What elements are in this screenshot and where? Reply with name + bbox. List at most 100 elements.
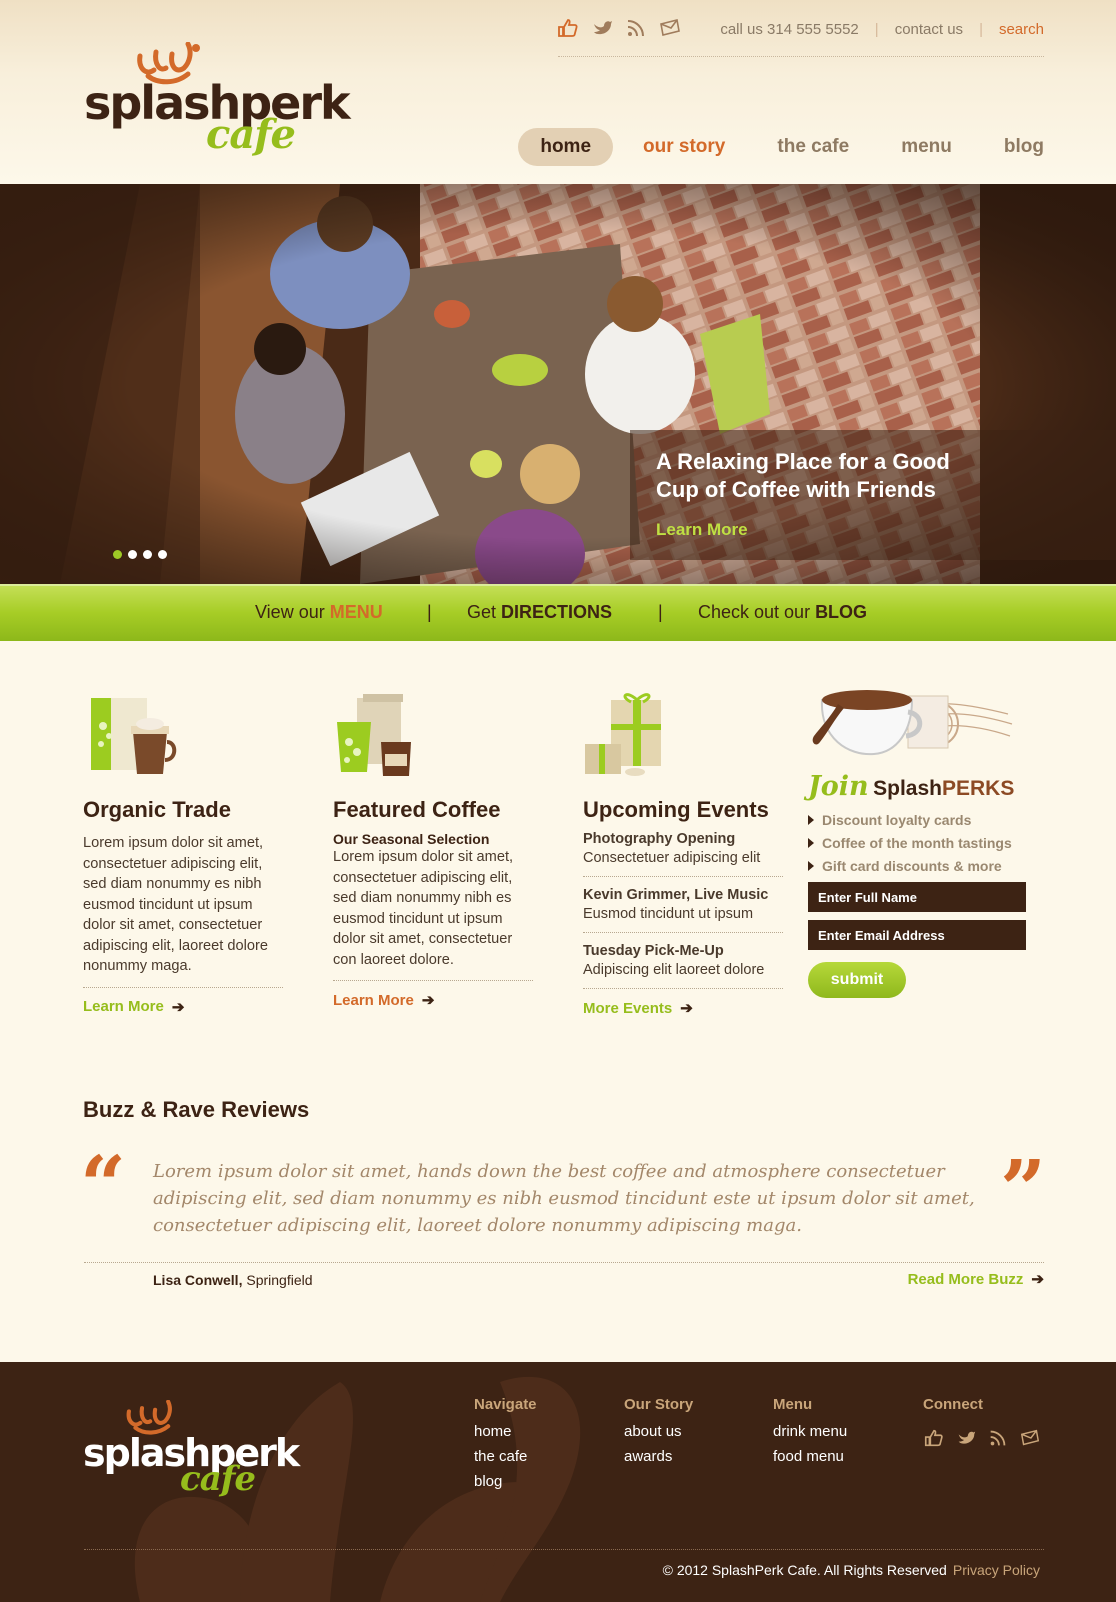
event-2-desc: Eusmod tincidunt ut ipsum — [583, 906, 754, 922]
bird-icon[interactable] — [590, 16, 614, 40]
footer-navigate-column: Navigate home the cafe blog — [474, 1396, 537, 1498]
event-1-desc: Consectetuer adipiscing elit — [583, 850, 761, 866]
benefit-item: Discount loyalty cards — [808, 812, 1038, 828]
join-word: Join — [808, 771, 869, 802]
utility-links: call us 314 555 5552 | contact us | sear… — [720, 21, 1044, 38]
arrow-right-icon: ➔ — [171, 998, 185, 1016]
footer-link-awards[interactable]: awards — [624, 1448, 693, 1465]
rss-icon[interactable] — [624, 16, 648, 40]
gift-boxes-icon — [585, 693, 661, 776]
blog-link-word: BLOG — [815, 602, 868, 622]
organic-trade-text: Lorem ipsum dolor sit amet, consectetuer… — [83, 835, 268, 974]
arrow-right-icon: ➔ — [421, 992, 435, 1009]
footer-link-drink-menu[interactable]: drink menu — [773, 1423, 847, 1440]
read-more-buzz-label: Read More Buzz — [907, 1270, 1024, 1288]
slider-dot-1[interactable] — [113, 550, 122, 559]
footer-connect-heading: Connect — [923, 1396, 983, 1413]
featured-coffee-title: Featured Coffee — [333, 797, 501, 822]
footer-link-about-us[interactable]: about us — [624, 1423, 693, 1440]
quick-links-bar: View our MENU | Get DIRECTIONS | Check o… — [0, 584, 1116, 641]
main-nav: home our story the cafe menu blog — [518, 128, 1044, 166]
header-divider — [558, 56, 1044, 57]
thumbs-up-icon[interactable] — [556, 16, 580, 40]
upcoming-events-title: Upcoming Events — [583, 797, 769, 822]
privacy-policy-link[interactable]: Privacy Policy — [953, 1562, 1040, 1578]
slider-dot-4[interactable] — [158, 550, 167, 559]
footer-logo-subtext: cafe — [180, 1459, 256, 1499]
full-name-input[interactable] — [808, 882, 1026, 912]
join-splashperks-section: Join SplashPERKS Discount loyalty cards … — [808, 678, 1038, 998]
slider-dots — [113, 550, 167, 559]
featured-coffee-subtitle: Our Seasonal Selection — [333, 831, 490, 847]
site-logo[interactable]: splashperk cafe — [84, 42, 351, 162]
footer-link-blog[interactable]: blog — [474, 1473, 537, 1490]
organic-learn-more-link[interactable]: Learn More ➔ — [83, 998, 184, 1016]
footer-our-story-heading: Our Story — [624, 1396, 694, 1413]
submit-button[interactable]: submit — [808, 962, 906, 998]
nav-blog[interactable]: blog — [982, 128, 1044, 166]
section-divider — [583, 876, 783, 877]
footer-social-icons — [923, 1427, 1041, 1449]
footer-link-the-cafe[interactable]: the cafe — [474, 1448, 537, 1465]
nav-home[interactable]: home — [518, 128, 614, 166]
directions-link-word: DIRECTIONS — [501, 602, 613, 622]
view-menu-link[interactable]: View our MENU — [255, 602, 383, 623]
benefits-list: Discount loyalty cards Coffee of the mon… — [808, 812, 1038, 874]
search-link[interactable]: search — [999, 21, 1044, 38]
join-splash-word: Splash — [873, 777, 942, 800]
slider-dot-2[interactable] — [128, 550, 137, 559]
get-directions-link[interactable]: Get DIRECTIONS — [467, 602, 612, 623]
featured-coffee-section: Featured Coffee Our Seasonal Selection L… — [333, 690, 533, 1010]
footer-link-home[interactable]: home — [474, 1423, 537, 1440]
section-divider — [83, 986, 283, 988]
featured-learn-more-link[interactable]: Learn More ➔ — [333, 991, 435, 1010]
arrow-right-icon: ➔ — [1031, 1271, 1044, 1288]
contact-link[interactable]: contact us — [895, 21, 963, 38]
read-more-buzz-link[interactable]: Read More Buzz ➔ — [907, 1270, 1044, 1289]
nav-our-story[interactable]: our story — [621, 128, 747, 166]
nav-menu[interactable]: menu — [879, 128, 974, 166]
author-name: Lisa Conwell, — [153, 1272, 243, 1288]
slider-dot-3[interactable] — [143, 550, 152, 559]
section-divider — [333, 980, 533, 981]
mail-icon[interactable] — [1019, 1427, 1041, 1449]
section-divider — [583, 988, 783, 989]
logo-subtext: cafe — [206, 111, 296, 158]
benefit-text: Gift card discounts & more — [822, 858, 1002, 874]
hero-learn-more-link[interactable]: Learn More — [656, 520, 748, 540]
organic-trade-section: Organic Trade Lorem ipsum dolor sit amet… — [83, 690, 283, 1016]
more-events-link[interactable]: More Events ➔ — [583, 999, 693, 1018]
bird-icon[interactable] — [955, 1427, 977, 1449]
more-events-label: More Events — [583, 999, 673, 1017]
thumbs-up-icon[interactable] — [923, 1427, 945, 1449]
learn-more-label: Learn More — [333, 991, 414, 1009]
email-address-input[interactable] — [808, 920, 1026, 950]
buzz-title: Buzz & Rave Reviews — [83, 1097, 310, 1122]
separator: | — [979, 21, 983, 38]
menu-link-prefix: View our — [255, 602, 330, 622]
mail-icon[interactable] — [658, 16, 682, 40]
event-2-title[interactable]: Kevin Grimmer, Live Music — [583, 887, 783, 903]
open-quote-icon: “ — [80, 1138, 127, 1232]
footer-navigate-heading: Navigate — [474, 1396, 537, 1413]
nav-the-cafe[interactable]: the cafe — [755, 128, 871, 166]
review-author: Lisa Conwell, Springfield — [153, 1272, 313, 1288]
check-blog-link[interactable]: Check out our BLOG — [698, 602, 867, 623]
join-perks-word: PERKS — [941, 777, 1015, 800]
directions-link-prefix: Get — [467, 602, 502, 622]
footer-our-story-column: Our Story about us awards — [624, 1396, 693, 1473]
author-city: Springfield — [246, 1272, 313, 1288]
review-quote: Lorem ipsum dolor sit amet, hands down t… — [153, 1161, 975, 1236]
event-1-title[interactable]: Photography Opening — [583, 831, 783, 847]
rss-icon[interactable] — [987, 1427, 1009, 1449]
section-divider — [583, 932, 783, 933]
blog-link-prefix: Check out our — [698, 602, 816, 622]
hero-slider[interactable]: A Relaxing Place for a Good Cup of Coffe… — [0, 184, 1116, 584]
footer-connect-column: Connect — [923, 1396, 1041, 1449]
footer-link-food-menu[interactable]: food menu — [773, 1448, 847, 1465]
footer-logo[interactable]: splashperk cafe — [83, 1400, 300, 1500]
bullet-arrow-icon — [808, 838, 814, 848]
site-header: splashperk cafe call us 314 555 5552 | c… — [0, 0, 1116, 184]
event-3-title[interactable]: Tuesday Pick-Me-Up — [583, 943, 783, 959]
buzz-divider — [84, 1262, 1044, 1263]
